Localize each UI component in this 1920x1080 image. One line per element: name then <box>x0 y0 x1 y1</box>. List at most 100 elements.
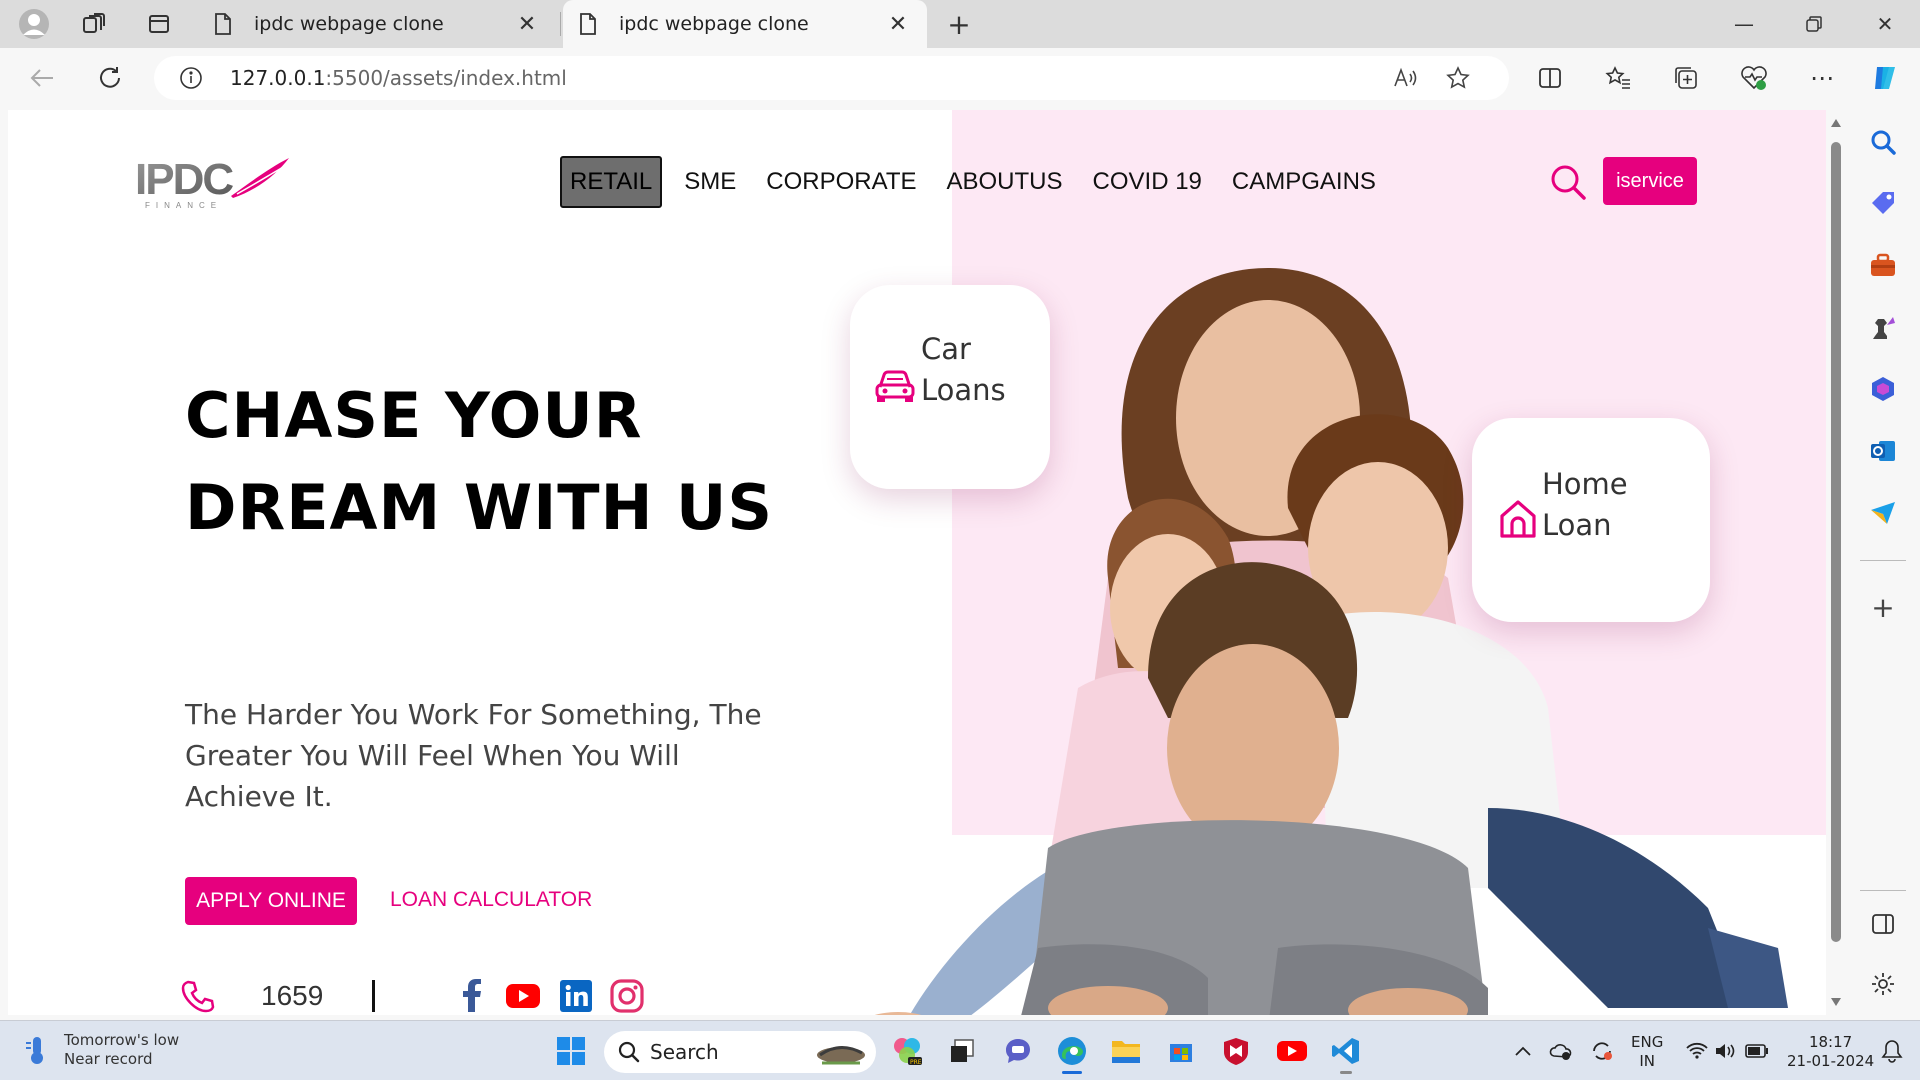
tab-strip: ipdc webpage clone ✕ ipdc webpage clone … <box>0 0 1920 48</box>
hotline-number[interactable]: 1659 <box>261 980 323 1012</box>
home-icon <box>1500 500 1536 538</box>
battery-icon[interactable] <box>1737 1031 1777 1071</box>
language-indicator[interactable]: ENG IN <box>1631 1033 1663 1071</box>
edge-sidebar: + <box>1846 110 1920 1015</box>
youtube-icon[interactable] <box>505 978 541 1014</box>
microsoft-store-icon[interactable] <box>1161 1031 1201 1071</box>
add-sidebar-app-icon[interactable]: + <box>1866 590 1900 624</box>
divider <box>372 980 375 1012</box>
taskbar-search[interactable]: Search <box>604 1031 876 1073</box>
browser-essentials-icon[interactable] <box>1734 58 1774 98</box>
url-path: :5500/assets/index.html <box>325 66 567 90</box>
home-loan-card[interactable]: Home Loan <box>1472 418 1710 622</box>
site-info-icon[interactable] <box>174 61 208 95</box>
hero-title: CHASE YOUR DREAM WITH US <box>185 379 774 544</box>
search-icon[interactable] <box>1548 162 1588 202</box>
onedrive-icon[interactable] <box>1541 1031 1581 1071</box>
hide-sidebar-icon[interactable] <box>1866 907 1900 941</box>
favorite-star-icon[interactable] <box>1436 56 1480 100</box>
menu-retail[interactable]: RETAIL <box>560 156 663 208</box>
drop-icon[interactable] <box>1866 496 1900 530</box>
tab-inactive[interactable]: ipdc webpage clone ✕ <box>198 0 556 48</box>
notifications-bell-icon[interactable] <box>1872 1031 1912 1071</box>
task-view-icon[interactable] <box>942 1031 982 1071</box>
sidebar-search-icon[interactable] <box>1866 125 1900 159</box>
collections-icon[interactable] <box>1666 58 1706 98</box>
ipdc-logo[interactable]: IPDC FINANCE <box>133 152 293 212</box>
facebook-icon[interactable] <box>455 978 491 1014</box>
url-text[interactable]: 127.0.0.1:5500/assets/index.html <box>230 66 567 90</box>
profile-icon[interactable] <box>12 6 56 42</box>
scroll-up-arrow-icon[interactable] <box>1830 118 1842 128</box>
more-options-icon[interactable]: ⋯ <box>1802 58 1842 98</box>
mcafee-icon[interactable] <box>1216 1031 1256 1071</box>
weather-line-2: Near record <box>64 1050 153 1068</box>
refresh-icon[interactable] <box>90 58 130 98</box>
address-bar[interactable]: 127.0.0.1:5500/assets/index.html <box>154 56 1509 100</box>
iservice-button[interactable]: iservice <box>1603 157 1697 205</box>
menu-corporate[interactable]: CORPORATE <box>758 156 924 208</box>
vertical-tabs-icon[interactable] <box>137 6 181 42</box>
minimize-icon[interactable]: — <box>1709 0 1779 48</box>
read-aloud-icon[interactable] <box>1384 56 1428 100</box>
running-app-indicator <box>1340 1071 1352 1074</box>
apply-online-button[interactable]: APPLY ONLINE <box>185 877 357 925</box>
scroll-down-arrow-icon[interactable] <box>1830 997 1842 1007</box>
linkedin-icon[interactable] <box>558 978 594 1014</box>
start-windows-icon[interactable] <box>551 1031 591 1071</box>
edge-browser-icon[interactable] <box>1052 1031 1092 1074</box>
svg-text:PRE: PRE <box>910 1059 922 1066</box>
main-menu: RETAIL SME CORPORATE ABOUTUS COVID 19 CA… <box>560 156 1398 208</box>
menu-aboutus[interactable]: ABOUTUS <box>939 156 1071 208</box>
youtube-app-icon[interactable] <box>1272 1031 1312 1071</box>
outlook-icon[interactable] <box>1866 434 1900 468</box>
restore-icon[interactable] <box>1779 0 1849 48</box>
search-icon <box>618 1041 640 1063</box>
new-tab-icon[interactable]: + <box>937 6 981 42</box>
home-loan-label-2: Loan <box>1542 508 1612 542</box>
weather-widget[interactable]: Tomorrow's low Near record <box>24 1031 179 1069</box>
shopping-tag-icon[interactable] <box>1866 186 1900 220</box>
show-hidden-icons-icon[interactable] <box>1503 1031 1543 1071</box>
car-loans-label-2: Loans <box>921 373 1006 407</box>
close-tab-icon[interactable]: ✕ <box>514 12 540 37</box>
car-loans-label-1: Car <box>921 332 971 366</box>
back-icon[interactable] <box>22 58 62 98</box>
page-icon <box>214 13 240 35</box>
tab-title: ipdc webpage clone <box>619 13 809 35</box>
sidebar-separator <box>1860 560 1906 561</box>
url-host: 127.0.0.1 <box>230 66 326 90</box>
close-window-icon[interactable]: ✕ <box>1850 0 1920 48</box>
loan-calculator-link[interactable]: LOAN CALCULATOR <box>390 888 592 912</box>
file-explorer-icon[interactable] <box>1106 1031 1146 1071</box>
teams-chat-icon[interactable] <box>998 1031 1038 1071</box>
sync-icon[interactable] <box>1582 1031 1622 1071</box>
menu-covid-19[interactable]: COVID 19 <box>1085 156 1210 208</box>
copilot-icon[interactable] <box>1866 58 1906 98</box>
sidebar-separator <box>1860 890 1906 891</box>
microsoft-365-icon[interactable] <box>1866 372 1900 406</box>
scroll-thumb[interactable] <box>1831 142 1841 942</box>
page-scrollbar[interactable] <box>1826 110 1846 1015</box>
car-icon <box>875 370 915 402</box>
tab-active[interactable]: ipdc webpage clone ✕ <box>563 0 927 48</box>
menu-sme[interactable]: SME <box>676 156 744 208</box>
tab-separator <box>560 12 561 36</box>
tab-title: ipdc webpage clone <box>254 13 444 35</box>
thermometer-icon <box>26 1037 43 1064</box>
clock[interactable]: 18:17 21-01-2024 <box>1787 1033 1874 1071</box>
menu-campgains[interactable]: CAMPGAINS <box>1224 156 1384 208</box>
car-loans-card[interactable]: Car Loans <box>850 285 1050 489</box>
workspaces-icon[interactable] <box>72 6 116 42</box>
svg-text:FINANCE: FINANCE <box>145 201 222 210</box>
close-tab-icon[interactable]: ✕ <box>885 12 911 37</box>
tools-icon[interactable] <box>1866 248 1900 282</box>
games-icon[interactable] <box>1866 310 1900 344</box>
instagram-icon[interactable] <box>609 978 645 1014</box>
vscode-icon[interactable] <box>1326 1031 1366 1074</box>
taskbar-search-label: Search <box>650 1040 719 1064</box>
settings-gear-icon[interactable] <box>1866 967 1900 1001</box>
favorites-icon[interactable] <box>1598 58 1638 98</box>
copilot-taskbar-icon[interactable]: PRE <box>887 1031 927 1071</box>
split-screen-icon[interactable] <box>1530 58 1570 98</box>
